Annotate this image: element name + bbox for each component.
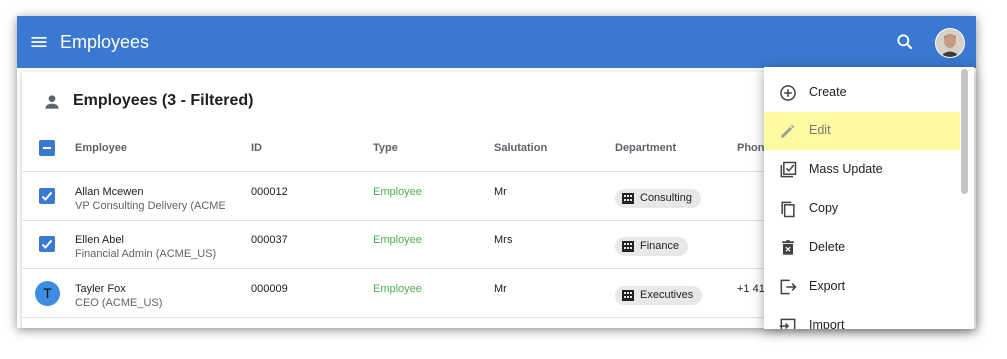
menu-item-import[interactable]: Import — [764, 307, 960, 329]
add-circle-icon — [780, 85, 796, 101]
import-icon — [779, 318, 796, 329]
menu-item-label: Create — [809, 85, 847, 99]
employee-id: 000037 — [251, 234, 288, 246]
column-header-id[interactable]: ID — [251, 142, 262, 154]
actions-menu: Create Edit Mass Update Copy Delete Expo… — [764, 67, 974, 329]
employee-type: Employee — [373, 186, 422, 198]
pencil-icon — [781, 124, 795, 138]
column-header-department[interactable]: Department — [615, 142, 676, 154]
app-bar: Employees — [17, 16, 976, 68]
employee-phone: +1 41 — [737, 283, 765, 295]
person-icon — [45, 95, 59, 109]
employee-name: Allan Mcewen — [75, 186, 144, 198]
employee-subtitle: VP Consulting Delivery (ACME… — [75, 200, 225, 212]
menu-item-export[interactable]: Export — [764, 268, 960, 306]
building-icon — [622, 241, 634, 252]
menu-item-edit[interactable]: Edit — [764, 112, 960, 150]
building-icon — [622, 193, 634, 204]
menu-item-label: Import — [809, 318, 845, 329]
building-icon — [622, 290, 634, 301]
export-icon — [780, 279, 797, 295]
user-photo-icon — [936, 29, 964, 57]
employee-name: Tayler Fox — [75, 283, 126, 295]
hamburger-menu-icon[interactable] — [29, 32, 49, 52]
department-label: Finance — [640, 240, 680, 252]
row-checkbox[interactable] — [39, 236, 55, 252]
menu-item-label: Copy — [809, 201, 839, 215]
menu-item-label: Delete — [809, 240, 846, 254]
employee-id: 000009 — [251, 283, 288, 295]
menu-item-create[interactable]: Create — [764, 74, 960, 112]
department-label: Executives — [640, 289, 694, 301]
employee-type: Employee — [373, 234, 422, 246]
column-header-type[interactable]: Type — [373, 142, 398, 154]
checkmark-icon — [41, 191, 53, 201]
department-chip: Consulting — [615, 189, 701, 208]
menu-item-delete[interactable]: Delete — [764, 229, 960, 267]
menu-item-label: Export — [809, 279, 846, 293]
department-chip: Finance — [615, 237, 689, 256]
employee-id: 000012 — [251, 186, 288, 198]
employee-name: Ellen Abel — [75, 234, 124, 246]
menu-item-label: Mass Update — [809, 162, 883, 176]
department-label: Consulting — [640, 192, 692, 204]
card-title: Employees (3 - Filtered) — [73, 92, 254, 109]
department-chip: Executives — [615, 286, 703, 305]
employee-type: Employee — [373, 283, 422, 295]
menu-item-label: Edit — [809, 123, 831, 137]
select-all-checkbox[interactable] — [39, 140, 55, 156]
employee-salutation: Mr — [494, 186, 507, 198]
menu-scrollbar[interactable] — [961, 69, 968, 194]
employee-subtitle: Financial Admin (ACME_US) — [75, 248, 217, 260]
employee-salutation: Mrs — [494, 234, 513, 246]
user-avatar[interactable] — [935, 28, 965, 58]
indeterminate-icon — [43, 147, 51, 149]
employee-salutation: Mr — [494, 283, 507, 295]
checkmark-icon — [41, 239, 53, 249]
row-checkbox[interactable] — [39, 188, 55, 204]
copy-icon — [781, 201, 795, 218]
menu-item-copy[interactable]: Copy — [764, 190, 960, 228]
employee-subtitle: CEO (ACME_US) — [75, 297, 163, 309]
column-header-employee[interactable]: Employee — [75, 142, 127, 154]
app-title: Employees — [60, 32, 150, 52]
search-icon[interactable] — [895, 32, 915, 52]
menu-item-mass-update[interactable]: Mass Update — [764, 151, 960, 189]
mass-update-icon — [780, 161, 797, 178]
column-header-salutation[interactable]: Salutation — [494, 142, 547, 154]
employee-avatar[interactable]: T — [35, 281, 60, 306]
trash-icon — [782, 240, 794, 255]
